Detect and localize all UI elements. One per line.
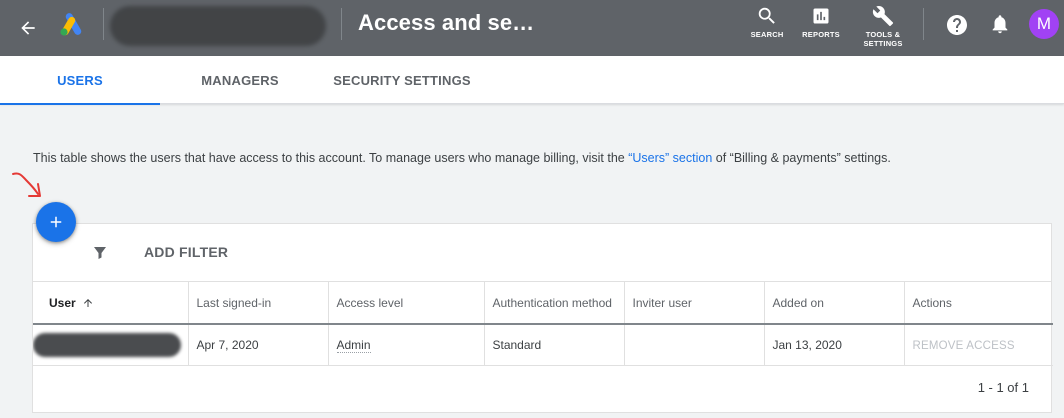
column-header-actions: Actions (904, 282, 1053, 325)
divider (103, 8, 104, 40)
plus-icon (50, 216, 62, 228)
add-user-button[interactable] (36, 202, 76, 242)
remove-access-button[interactable]: REMOVE ACCESS (913, 340, 1015, 352)
intro-text-after: of “Billing & payments” settings. (712, 151, 891, 165)
cell-user (33, 324, 189, 366)
add-filter-button[interactable]: ADD FILTER (144, 244, 228, 260)
divider (923, 8, 924, 40)
table-row: Apr 7, 2020 Admin Standard Jan 13, 2020 … (33, 324, 1053, 366)
intro-text-before: This table shows the users that have acc… (33, 151, 629, 165)
avatar[interactable]: M (1029, 9, 1059, 39)
back-arrow-icon[interactable] (14, 14, 42, 42)
google-ads-logo[interactable] (59, 13, 85, 37)
filter-bar: ADD FILTER (33, 224, 1051, 282)
help-icon[interactable] (945, 13, 969, 37)
divider (341, 8, 342, 40)
top-app-bar: Access and se… SEARCH REPORTS TOOLS & SE… (0, 0, 1064, 56)
column-header-last-signed-in[interactable]: Last signed-in (188, 282, 329, 325)
pagination-info: 1 - 1 of 1 (977, 380, 1029, 395)
column-header-user-label: User (49, 295, 76, 310)
cell-last-signed-in: Apr 7, 2020 (188, 324, 329, 366)
reports-icon (809, 4, 833, 28)
redacted-account-name (110, 6, 326, 46)
column-header-authentication-method[interactable]: Authentication method (484, 282, 625, 325)
search-icon (755, 4, 779, 28)
wrench-icon (871, 4, 895, 28)
cell-actions: REMOVE ACCESS (904, 324, 1053, 366)
tools-settings-label: TOOLS & SETTINGS (863, 30, 903, 48)
reports-label: REPORTS (802, 30, 840, 39)
filter-icon[interactable] (91, 244, 109, 262)
page-title: Access and se… (358, 10, 535, 35)
column-header-access-level[interactable]: Access level (328, 282, 485, 325)
cell-access-level: Admin (328, 324, 485, 366)
redacted-user-email (33, 332, 181, 357)
reports-button[interactable]: REPORTS (801, 4, 841, 39)
access-level-dropdown[interactable]: Admin (336, 337, 371, 353)
annotation-arrow-icon (12, 172, 41, 197)
cell-auth-method: Standard (484, 324, 625, 366)
tab-bar: USERS MANAGERS SECURITY SETTINGS (0, 56, 1064, 105)
users-section-link[interactable]: “Users” section (628, 151, 712, 165)
tools-settings-button[interactable]: TOOLS & SETTINGS (860, 4, 906, 48)
intro-text: This table shows the users that have acc… (33, 151, 891, 165)
cell-added-on: Jan 13, 2020 (764, 324, 905, 366)
table-header-row: User Last signed-in Access level Authent… (33, 282, 1053, 325)
search-label: SEARCH (750, 30, 784, 39)
users-table: User Last signed-in Access level Authent… (33, 282, 1053, 366)
tab-managers[interactable]: MANAGERS (160, 56, 320, 104)
column-header-user[interactable]: User (33, 282, 189, 325)
tab-users[interactable]: USERS (0, 56, 160, 105)
arrow-up-icon (83, 299, 92, 308)
column-header-inviter-user[interactable]: Inviter user (624, 282, 765, 325)
tab-security-settings[interactable]: SECURITY SETTINGS (320, 56, 484, 104)
column-header-added-on[interactable]: Added on (764, 282, 905, 325)
cell-inviter (624, 324, 765, 366)
users-table-card: ADD FILTER User Last signed-in Access le… (32, 223, 1053, 413)
bell-icon[interactable] (989, 13, 1013, 37)
search-button[interactable]: SEARCH (751, 4, 783, 39)
